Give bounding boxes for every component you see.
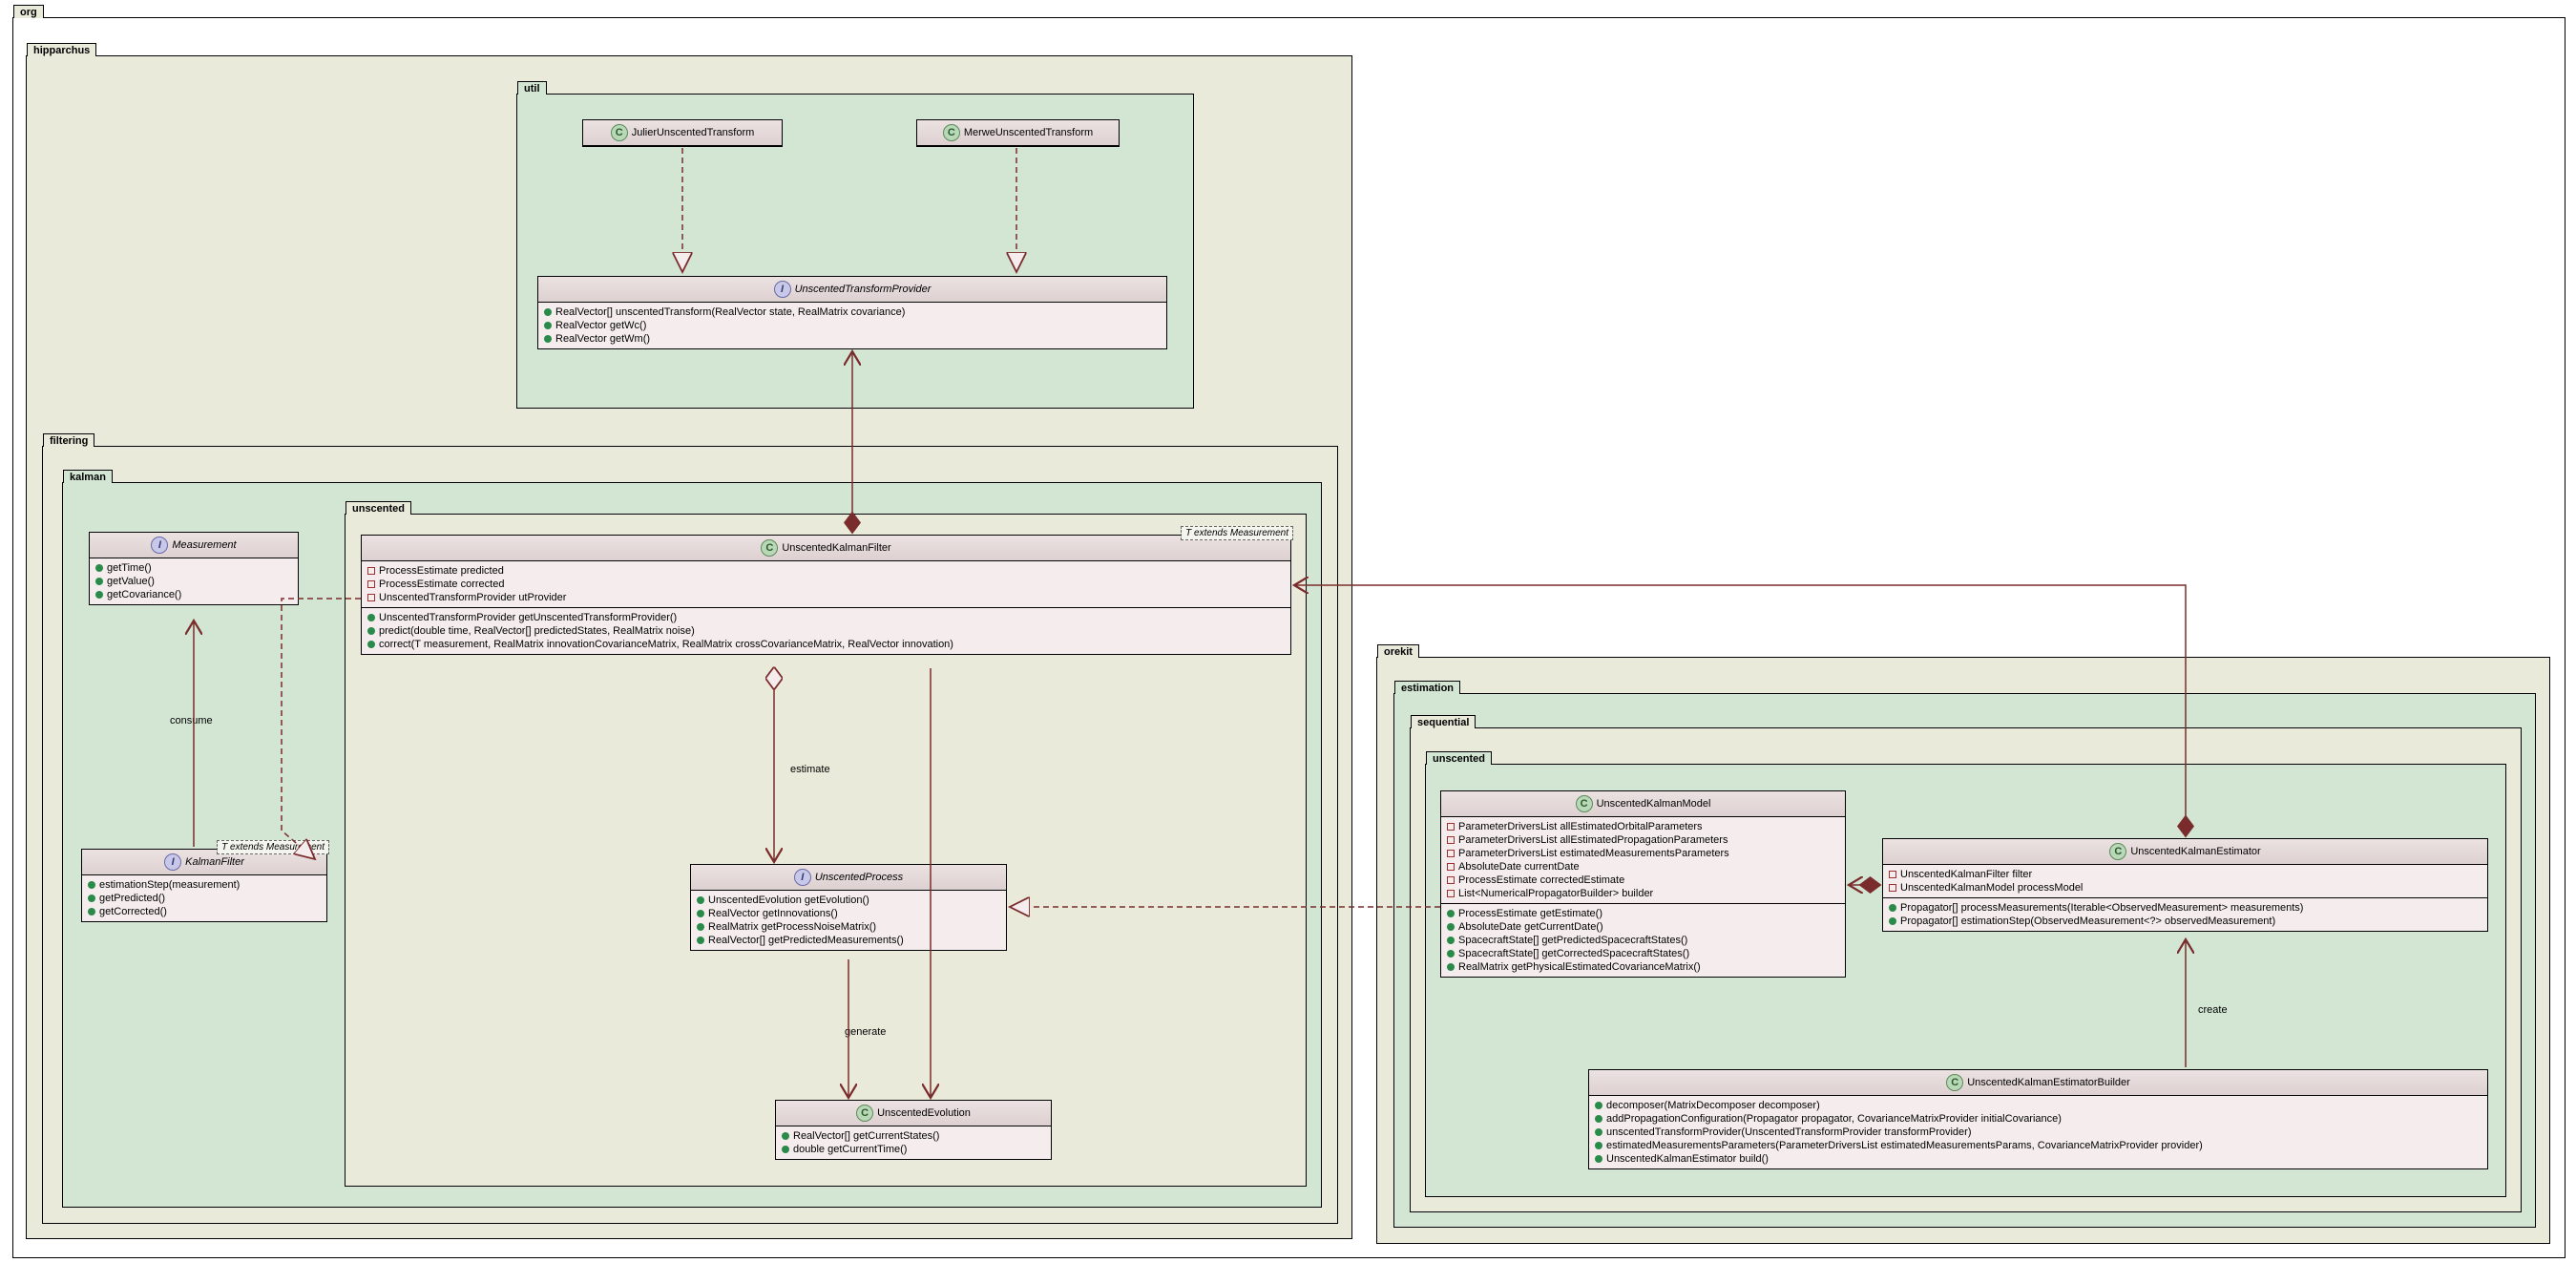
class-icon: C: [611, 124, 628, 141]
class-merwe-name: MerweUnscentedTransform: [964, 127, 1093, 138]
interface-kalmanfilter-name: KalmanFilter: [185, 856, 244, 868]
interface-measurement-name: Measurement: [172, 539, 236, 551]
class-uke-fields: UnscentedKalmanFilter filter UnscentedKa…: [1883, 865, 2487, 898]
interface-measurement-methods: getTime() getValue() getCovariance(): [90, 558, 298, 604]
class-icon: C: [1946, 1074, 1963, 1091]
package-estimation-label: estimation: [1394, 681, 1460, 694]
package-kalman-label: kalman: [63, 470, 113, 483]
interface-utp-name: UnscentedTransformProvider: [795, 284, 932, 295]
class-ukm-name: UnscentedKalmanModel: [1597, 798, 1711, 810]
class-icon: C: [2109, 843, 2126, 860]
class-ukm-header: C UnscentedKalmanModel: [1441, 791, 1845, 817]
package-filtering-label: filtering: [43, 433, 94, 447]
class-ukf: T extends Measurement CUnscentedKalmanFi…: [361, 535, 1291, 655]
package-hipparchus-label: hipparchus: [27, 43, 96, 56]
class-unscentedevolution-methods: RealVector[] getCurrentStates() double g…: [776, 1126, 1051, 1159]
class-merwe: C MerweUnscentedTransform: [916, 119, 1120, 147]
class-unscentedevolution: C UnscentedEvolution RealVector[] getCurr…: [775, 1100, 1052, 1160]
package-orekit-label: orekit: [1377, 644, 1419, 658]
interface-utp-header: I UnscentedTransformProvider: [538, 277, 1166, 303]
interface-icon: I: [151, 537, 168, 554]
class-ukm: C UnscentedKalmanModel ParameterDriversLi…: [1440, 790, 1846, 978]
package-sequential-label: sequential: [1411, 715, 1476, 728]
class-icon: C: [856, 1105, 873, 1122]
class-ukf-methods: UnscentedTransformProvider getUnscentedT…: [362, 608, 1290, 654]
interface-utp-methods: RealVector[] unscentedTransform(RealVect…: [538, 303, 1166, 348]
interface-kalmanfilter: T extends Measurement IKalmanFilter esti…: [81, 849, 327, 922]
package-util-label: util: [517, 81, 547, 95]
interface-icon: I: [794, 869, 811, 886]
interface-measurement-header: I Measurement: [90, 533, 298, 558]
class-ukeb: C UnscentedKalmanEstimatorBuilder decompo…: [1588, 1069, 2488, 1169]
class-ukeb-name: UnscentedKalmanEstimatorBuilder: [1967, 1077, 2130, 1088]
class-icon: C: [761, 539, 778, 557]
label-create: create: [2198, 1004, 2228, 1016]
class-ukm-methods: ProcessEstimate getEstimate() AbsoluteDa…: [1441, 904, 1845, 977]
interface-icon: I: [774, 281, 791, 298]
class-ukf-fields: ProcessEstimate predicted ProcessEstimat…: [362, 561, 1290, 608]
class-uke-methods: Propagator[] processMeasurements(Iterabl…: [1883, 898, 2487, 931]
class-ukeb-methods: decomposer(MatrixDecomposer decomposer) …: [1589, 1096, 2487, 1168]
class-icon: C: [1576, 795, 1593, 812]
label-consume: consume: [170, 715, 213, 726]
interface-unscentedprocess: I UnscentedProcess UnscentedEvolution get…: [690, 864, 1007, 951]
class-merwe-header: C MerweUnscentedTransform: [917, 120, 1119, 146]
interface-unscentedprocess-name: UnscentedProcess: [815, 872, 903, 883]
class-unscentedevolution-header: C UnscentedEvolution: [776, 1101, 1051, 1126]
class-icon: C: [943, 124, 960, 141]
interface-unscentedprocess-header: I UnscentedProcess: [691, 865, 1006, 891]
interface-icon: I: [164, 853, 181, 871]
class-ukeb-header: C UnscentedKalmanEstimatorBuilder: [1589, 1070, 2487, 1096]
class-uke-name: UnscentedKalmanEstimator: [2130, 846, 2260, 857]
label-generate: generate: [845, 1026, 886, 1038]
package-org-label: org: [13, 5, 44, 18]
label-estimate: estimate: [790, 764, 830, 775]
class-ukf-name: UnscentedKalmanFilter: [782, 542, 890, 554]
interface-unscentedprocess-methods: UnscentedEvolution getEvolution() RealVe…: [691, 891, 1006, 950]
class-julier-name: JulierUnscentedTransform: [632, 127, 755, 138]
class-ukm-fields: ParameterDriversList allEstimatedOrbital…: [1441, 817, 1845, 904]
package-unscented-orekit-label: unscented: [1426, 751, 1492, 765]
interface-measurement: I Measurement getTime() getValue() getCov…: [89, 532, 299, 605]
class-julier-header: C JulierUnscentedTransform: [583, 120, 782, 146]
template-param: T extends Measurement: [1181, 526, 1293, 540]
interface-utp: I UnscentedTransformProvider RealVector[]…: [537, 276, 1167, 349]
class-uke-header: C UnscentedKalmanEstimator: [1883, 839, 2487, 865]
class-julier: C JulierUnscentedTransform: [582, 119, 783, 147]
class-unscentedevolution-name: UnscentedEvolution: [877, 1107, 971, 1119]
package-unscented-hipparchus-label: unscented: [346, 501, 411, 515]
class-ukf-header: C UnscentedKalmanFilter: [362, 536, 1290, 561]
template-param: T extends Measurement: [217, 840, 329, 854]
interface-kalmanfilter-methods: estimationStep(measurement) getPredicted…: [82, 875, 326, 921]
class-uke: C UnscentedKalmanEstimator UnscentedKalma…: [1882, 838, 2488, 932]
